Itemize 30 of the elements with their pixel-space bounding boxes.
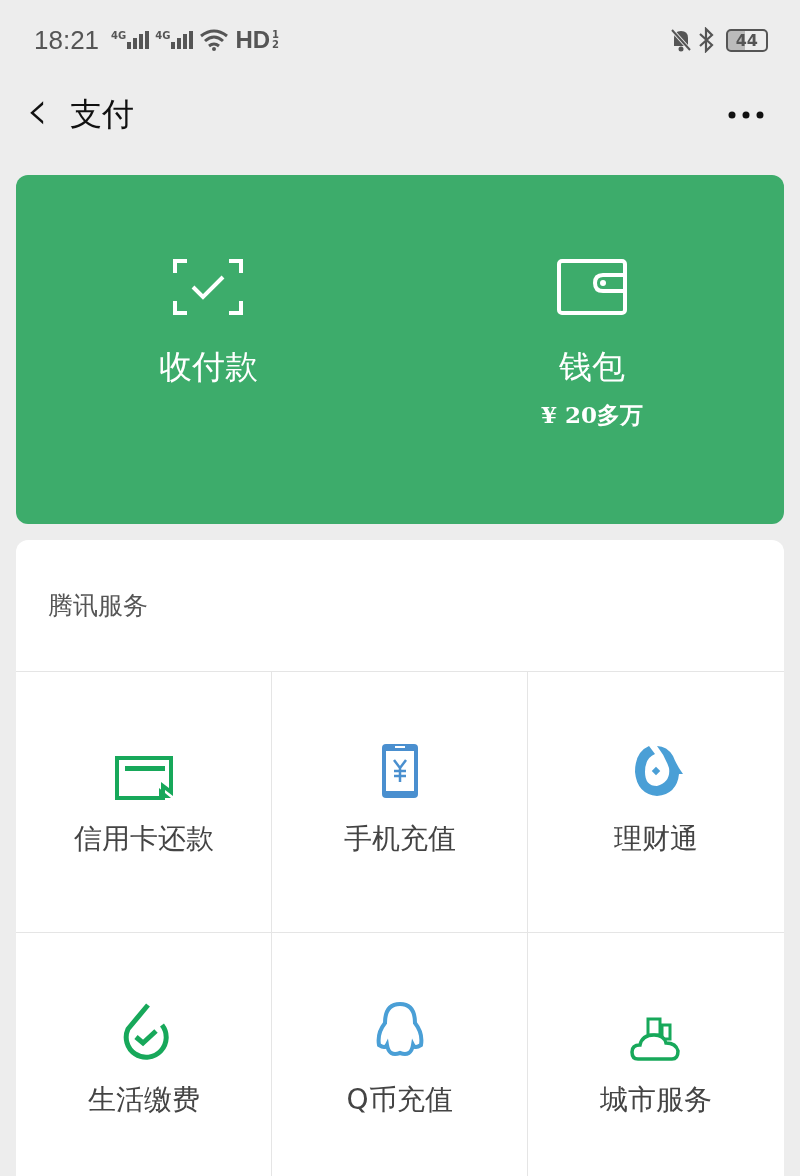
wifi-icon <box>199 28 230 52</box>
service-tile[interactable]: 手机充值 <box>272 672 528 933</box>
service-label: 生活缴费 <box>87 1082 200 1118</box>
more-icon[interactable] <box>728 111 764 119</box>
wallet-icon[interactable] <box>557 259 627 315</box>
service-tile[interactable]: 理财通 <box>528 672 784 933</box>
service-tile[interactable]: 生活缴费 <box>16 933 272 1176</box>
card-icon <box>114 756 173 800</box>
hd-indicator: HD <box>235 26 271 54</box>
back-button[interactable]: ‹ <box>26 85 71 145</box>
muted-bell-icon <box>669 28 692 52</box>
service-tile[interactable]: Q币充值 <box>272 933 528 1176</box>
service-label: 理财通 <box>614 821 698 857</box>
bluetooth-icon <box>697 27 714 53</box>
service-label: 手机充值 <box>343 821 456 857</box>
wallet-balance: ¥ 20多万 <box>541 400 643 430</box>
service-label: 信用卡还款 <box>73 821 214 857</box>
service-label: Q币充值 <box>346 1082 453 1118</box>
service-label: 城市服务 <box>600 1082 712 1118</box>
status-time: 18:21 <box>34 24 100 56</box>
service-tile[interactable]: 城市服务 <box>528 933 784 1176</box>
scan-check-icon[interactable] <box>173 259 243 315</box>
phone-icon <box>379 742 420 800</box>
section-title: 腾讯服务 <box>48 590 148 622</box>
sim-mark: 2 <box>272 40 280 50</box>
sim-mark: 1 <box>272 30 280 40</box>
page-title: 支付 <box>70 94 135 135</box>
cloud-city-icon <box>630 1015 682 1061</box>
service-tile[interactable]: 信用卡还款 <box>16 672 272 933</box>
battery-icon: 44 <box>725 28 768 52</box>
